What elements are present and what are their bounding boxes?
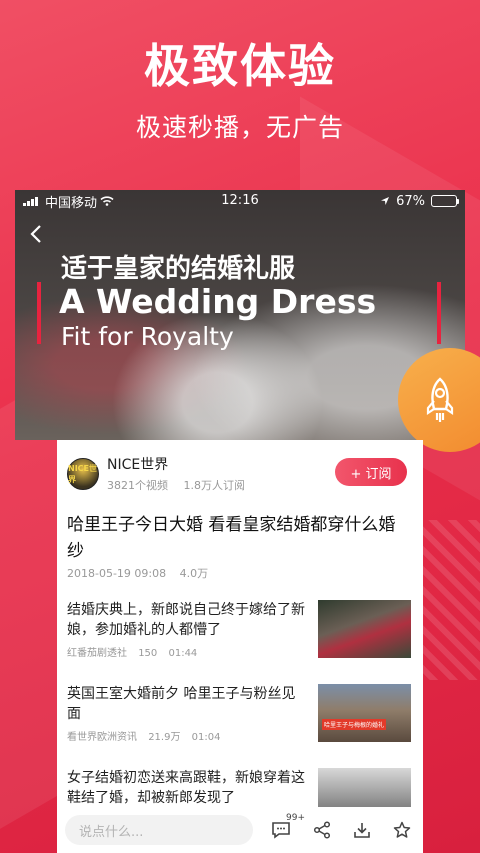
related-title[interactable]: 结婚庆典上，新郎说自己终于嫁给了新娘，参加婚礼的人都懵了	[67, 600, 307, 640]
video-detail-card: NICE世界 NICE世界 3821个视频 1.8万人订阅 + 订阅 哈里王子今…	[57, 440, 423, 853]
video-subtitle-en: Fit for Royalty	[61, 322, 234, 351]
download-icon[interactable]	[353, 821, 371, 839]
related-title[interactable]: 女子结婚初恋送来高跟鞋，新娘穿着这鞋结了婚，却被新郎发现了	[67, 768, 307, 808]
related-duration: 01:44	[168, 648, 198, 659]
title-accent-left	[37, 282, 41, 344]
related-source: 看世界欧洲资讯	[67, 732, 137, 743]
comment-count-badge: 99+	[286, 813, 305, 823]
related-thumbnail[interactable]: 哈里王子与梅根的婚礼	[318, 684, 411, 742]
related-thumbnail[interactable]	[318, 600, 411, 658]
list-item[interactable]: 结婚庆典上，新郎说自己终于嫁给了新娘，参加婚礼的人都懵了 红番茄剧透社 150 …	[67, 600, 417, 659]
channel-video-count: 3821个视频	[107, 479, 168, 492]
publish-date: 2018-05-19 09:08	[67, 567, 167, 580]
list-item[interactable]: 英国王室大婚前夕 哈里王子与粉丝见面 看世界欧洲资讯 21.9万 01:04 哈…	[67, 684, 417, 743]
channel-subscriber-count: 1.8万人订阅	[183, 479, 246, 492]
battery-icon	[431, 195, 459, 207]
share-icon[interactable]	[313, 821, 331, 839]
thumbnail-caption: 哈里王子与梅根的婚礼	[322, 719, 387, 730]
related-views: 150	[138, 648, 158, 659]
video-title-cn: 适于皇家的结婚礼服	[61, 254, 296, 284]
comment-input[interactable]: 说点什么...	[65, 815, 253, 845]
video-main-title: 哈里王子今日大婚 看看皇家结婚都穿什么婚纱	[67, 515, 396, 561]
channel-name[interactable]: NICE世界	[107, 454, 245, 474]
related-source: 红番茄剧透社	[67, 648, 127, 659]
comment-button[interactable]: 99+	[271, 813, 305, 839]
avatar[interactable]: NICE世界	[67, 457, 99, 490]
channel-header[interactable]: NICE世界 NICE世界 3821个视频 1.8万人订阅	[67, 454, 245, 493]
video-title-en: A Wedding Dress	[59, 282, 377, 321]
related-title[interactable]: 英国王室大婚前夕 哈里王子与粉丝见面	[67, 684, 307, 724]
related-duration: 01:04	[191, 732, 221, 743]
related-views: 21.9万	[148, 732, 181, 743]
bottom-action-bar: 说点什么... 99+	[57, 807, 423, 853]
status-bar: 中国移动 12:16 67%	[15, 190, 465, 212]
comment-icon	[272, 822, 290, 839]
view-count: 4.0万	[179, 567, 209, 580]
title-accent-right	[437, 282, 441, 344]
promo-headline: 极致体验	[144, 39, 336, 93]
star-icon[interactable]	[393, 821, 411, 839]
list-item[interactable]: 女子结婚初恋送来高跟鞋，新娘穿着这鞋结了婚，却被新郎发现了	[67, 768, 417, 826]
subscribe-button[interactable]: + 订阅	[335, 458, 407, 486]
back-icon[interactable]	[29, 222, 43, 250]
promo-subline: 极速秒播，无广告	[135, 113, 344, 142]
status-time: 12:16	[221, 193, 259, 208]
